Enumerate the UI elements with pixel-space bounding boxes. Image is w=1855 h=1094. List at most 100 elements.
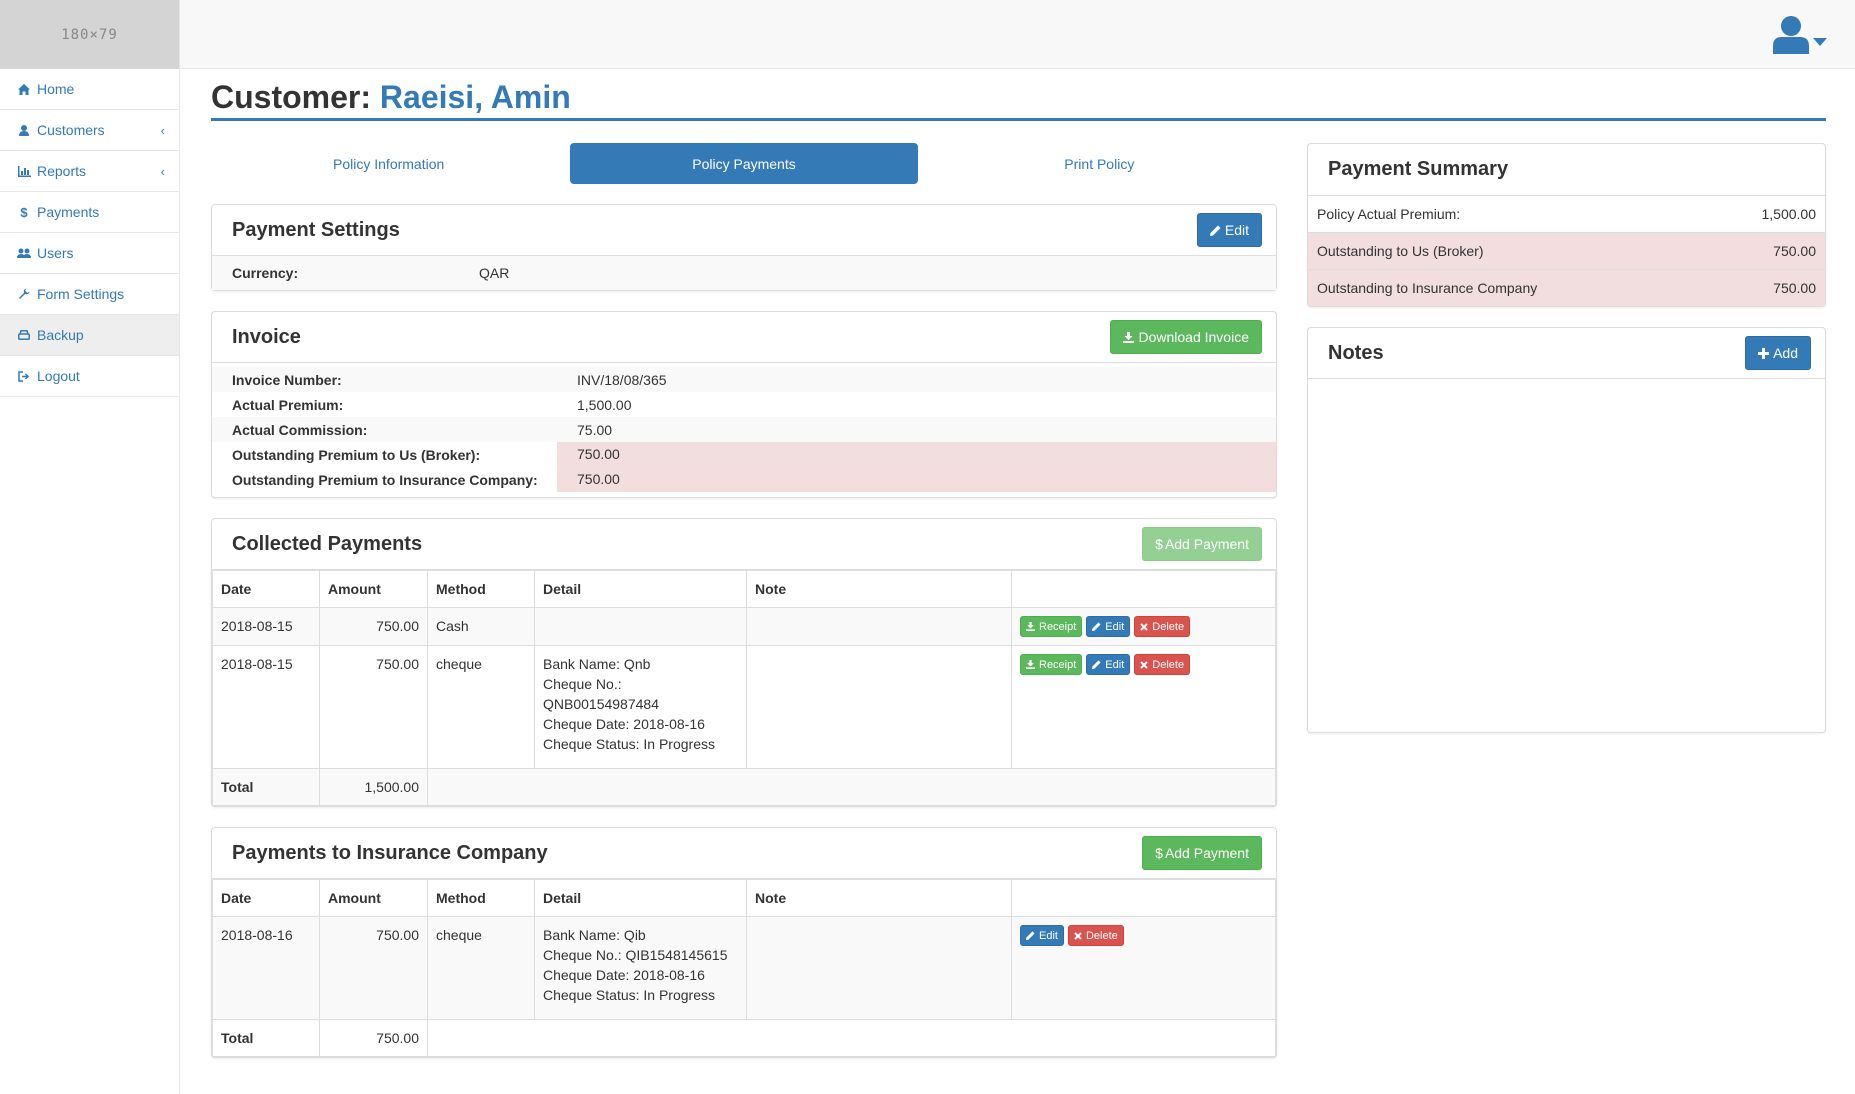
summary-label: Outstanding to Insurance Company <box>1317 280 1538 296</box>
sidebar-item-home[interactable]: Home <box>0 69 179 110</box>
notes-body <box>1308 379 1825 732</box>
sidebar-item-payments[interactable]: $ Payments <box>0 192 179 233</box>
panel-title: Invoice <box>232 325 301 348</box>
button-label: Edit <box>1105 620 1125 633</box>
panel-heading: Payments to Insurance Company $ Add Paym… <box>212 828 1276 879</box>
add-insurer-payment-button[interactable]: $ Add Payment <box>1142 836 1262 870</box>
amount-cell: 750.00 <box>319 916 428 1020</box>
table-row: 2018-08-16 750.00 cheque Bank Name: Qib … <box>212 916 1276 1020</box>
right-column: Payment Summary Policy Actual Premium: 1… <box>1307 143 1826 733</box>
sidebar-item-label: Reports <box>37 163 87 179</box>
total-value: 750.00 <box>319 1019 428 1057</box>
invoice-row-label: Outstanding Premium to Insurance Company… <box>232 471 538 488</box>
currency-row: Currency: QAR <box>212 256 1276 290</box>
panel-heading: Notes Add <box>1308 328 1825 379</box>
detail-line: QNB00154987484 <box>543 696 659 712</box>
button-label: Delete <box>1152 658 1185 671</box>
invoice-row-label: Outstanding Premium to Us (Broker): <box>232 446 481 463</box>
date-cell: 2018-08-15 <box>212 607 320 646</box>
panel-title: Notes <box>1328 341 1384 364</box>
currency-value: QAR <box>479 265 510 281</box>
sidebar-item-form-settings[interactable]: Form Settings <box>0 274 179 315</box>
date-cell: 2018-08-15 <box>212 645 320 769</box>
summary-value: 750.00 <box>1773 243 1816 259</box>
payment-settings-panel: Payment Settings Edit Currency: QAR <box>211 204 1277 291</box>
hdd-icon <box>17 329 31 341</box>
invoice-row: Outstanding Premium to Us (Broker): 750.0… <box>212 442 1276 467</box>
delete-button[interactable]: Delete <box>1067 925 1124 946</box>
sidebar-item-backup[interactable]: Backup <box>0 315 179 356</box>
invoice-row-value: 75.00 <box>577 421 613 438</box>
tab-print-policy[interactable]: Print Policy <box>926 143 1273 184</box>
detail-cell: Bank Name: Qnb Cheque No.: QNB0015498748… <box>534 645 747 769</box>
detail-line: Bank Name: Qnb <box>543 656 651 672</box>
sidebar-item-reports[interactable]: Reports ‹ <box>0 151 179 192</box>
detail-line: Cheque Date: 2018-08-16 <box>543 967 705 983</box>
column-header: Detail <box>534 879 747 917</box>
column-header: Date <box>212 879 320 917</box>
edit-button[interactable]: Edit <box>1020 925 1064 946</box>
invoice-row-value: INV/18/08/365 <box>577 371 667 388</box>
plus-icon <box>1758 347 1770 359</box>
detail-cell <box>534 607 747 646</box>
tab-policy-information[interactable]: Policy Information <box>215 143 562 184</box>
method-cell: cheque <box>427 916 535 1020</box>
download-invoice-button[interactable]: Download Invoice <box>1110 320 1262 354</box>
method-cell: cheque <box>427 645 535 769</box>
sidebar-item-label: Payments <box>37 204 100 220</box>
wrench-icon <box>17 288 31 300</box>
delete-button[interactable]: Delete <box>1134 616 1191 637</box>
main-content: Customer: Raeisi, Amin Policy Informatio… <box>211 69 1826 1058</box>
invoice-row: Invoice Number: INV/18/08/365 <box>212 367 1276 392</box>
add-note-button[interactable]: Add <box>1745 336 1811 370</box>
edit-settings-button[interactable]: Edit <box>1196 213 1262 247</box>
add-collected-payment-button[interactable]: $ Add Payment <box>1142 527 1262 561</box>
detail-line: Cheque Status: In Progress <box>543 987 715 1003</box>
table-row: 2018-08-15 750.00 cheque Bank Name: Qnb … <box>212 645 1276 769</box>
edit-button[interactable]: Edit <box>1086 616 1131 637</box>
column-header <box>1011 570 1276 608</box>
detail-line: Cheque No.: QIB1548145615 <box>543 947 728 963</box>
notes-panel: Notes Add <box>1307 327 1826 733</box>
total-filler <box>427 768 1276 806</box>
total-label: Total <box>212 768 320 806</box>
amount-cell: 750.00 <box>319 645 428 769</box>
invoice-details: Invoice Number: INV/18/08/365 Actual Prem… <box>212 363 1276 497</box>
delete-button[interactable]: Delete <box>1134 654 1191 675</box>
sidebar-item-logout[interactable]: Logout <box>0 356 179 397</box>
button-label: Add Payment <box>1164 845 1249 861</box>
button-label: Receipt <box>1039 620 1077 633</box>
logo-placeholder: 180×79 <box>0 0 179 69</box>
sidebar-item-users[interactable]: Users <box>0 233 179 274</box>
detail-line: Bank Name: Qib <box>543 927 646 943</box>
close-icon <box>1140 622 1148 631</box>
detail-line: Cheque No.: <box>543 676 622 692</box>
receipt-button[interactable]: Receipt <box>1020 616 1083 637</box>
button-label: Edit <box>1224 222 1249 238</box>
user-icon <box>17 124 31 136</box>
actions-cell: Edit Delete <box>1011 916 1276 1020</box>
total-filler <box>427 1019 1276 1057</box>
button-label: Delete <box>1085 929 1118 942</box>
invoice-row-label: Actual Premium: <box>232 396 344 413</box>
user-menu-toggle[interactable] <box>1773 16 1827 57</box>
note-cell <box>746 645 1012 769</box>
sign-out-icon <box>17 370 31 382</box>
detail-cell: Bank Name: Qib Cheque No.: QIB1548145615… <box>534 916 747 1020</box>
summary-label: Policy Actual Premium: <box>1317 206 1461 222</box>
edit-button[interactable]: Edit <box>1086 654 1131 675</box>
pencil-icon <box>1092 622 1101 631</box>
download-icon <box>1123 331 1135 343</box>
home-icon <box>17 83 31 95</box>
user-icon <box>1773 16 1809 57</box>
panel-heading: Collected Payments $ Add Payment <box>212 519 1276 570</box>
column-header: Note <box>746 570 1012 608</box>
customer-name: Raeisi, Amin <box>379 79 571 115</box>
note-cell <box>746 607 1012 646</box>
sidebar-item-customers[interactable]: Customers ‹ <box>0 110 179 151</box>
note-cell <box>746 916 1012 1020</box>
receipt-button[interactable]: Receipt <box>1020 654 1083 675</box>
tab-policy-payments[interactable]: Policy Payments <box>570 143 918 184</box>
actions-cell: Receipt Edit Delete <box>1011 645 1276 769</box>
column-header: Note <box>746 879 1012 917</box>
